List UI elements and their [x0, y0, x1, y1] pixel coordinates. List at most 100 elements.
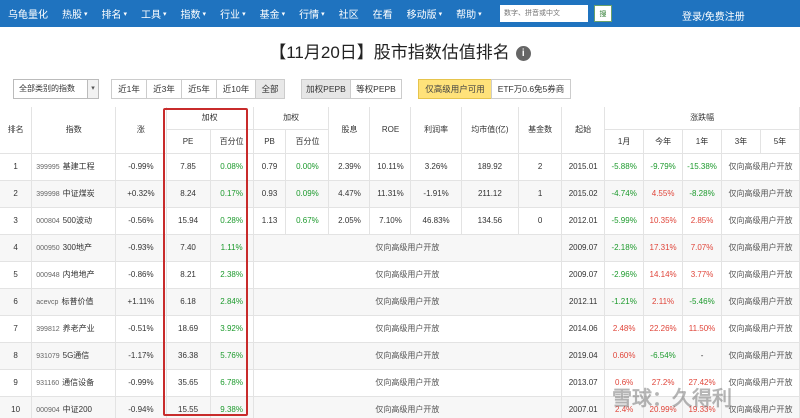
cell-1y: 2.85%: [682, 207, 722, 235]
nav-item[interactable]: 指数 ▾: [181, 6, 207, 21]
cell-index[interactable]: 000950 300地产: [31, 234, 117, 262]
cell-pe: 18.69: [166, 315, 211, 343]
search-button[interactable]: 搜: [594, 5, 612, 22]
cell-index[interactable]: 000804 500波动: [31, 207, 117, 235]
cell-ytd: 22.26%: [643, 315, 684, 343]
col-change[interactable]: 涨: [115, 107, 167, 154]
table-row[interactable]: 3 000804 500波动 -0.56% 15.94 0.28% 1.13 0.67% 2.0…: [0, 207, 800, 235]
nav-item[interactable]: 工具 ▾: [141, 6, 167, 21]
cell-index[interactable]: 399995 基建工程: [31, 153, 117, 181]
cell-pe: 15.55: [166, 396, 211, 418]
cell-ytd: 14.14%: [643, 261, 684, 289]
period-3y-button[interactable]: 近3年: [146, 79, 182, 99]
cell-1m: -1.21%: [604, 288, 645, 316]
cell-index[interactable]: 931160 通信设备: [31, 369, 117, 397]
col-margin[interactable]: 利润率: [410, 107, 462, 154]
cell-rank: 9: [0, 369, 33, 397]
period-5y-button[interactable]: 近5年: [181, 79, 217, 99]
index-name[interactable]: 内地地产: [63, 270, 95, 279]
period-10y-button[interactable]: 近10年: [216, 79, 256, 99]
cell-dividend: 2.39%: [328, 153, 371, 181]
nav-item[interactable]: 在看: [373, 6, 393, 21]
col-pb[interactable]: PB: [253, 129, 287, 154]
col-1y[interactable]: 1年: [682, 129, 722, 154]
table-row[interactable]: 7 399812 养老产业 -0.51% 18.69 3.92% 仅向高级用户开放 2014.…: [0, 315, 800, 343]
cell-index[interactable]: 000904 中证200: [31, 396, 117, 418]
col-5y[interactable]: 5年: [760, 129, 800, 154]
table-row[interactable]: 8 931079 5G通信 -1.17% 36.38 5.76% 仅向高级用户开放 2019.…: [0, 342, 800, 370]
nav-item[interactable]: 排名 ▾: [102, 6, 128, 21]
nav-item[interactable]: 基金 ▾: [260, 6, 286, 21]
nav-item[interactable]: 行情 ▾: [299, 6, 325, 21]
cell-change: -0.94%: [115, 396, 167, 418]
nav-item[interactable]: 热股 ▾: [62, 6, 88, 21]
nav-item[interactable]: 行业 ▾: [220, 6, 246, 21]
cell-start: 2019.04: [561, 342, 606, 370]
index-name[interactable]: 300地产: [63, 243, 92, 252]
index-name[interactable]: 中证200: [63, 405, 92, 414]
col-start[interactable]: 起始: [561, 107, 606, 154]
nav-item[interactable]: 移动版 ▾: [407, 6, 443, 21]
cell-locked-notice: 仅向高级用户开放: [253, 369, 563, 397]
col-dividend[interactable]: 股息: [328, 107, 371, 154]
search-input[interactable]: [500, 5, 588, 22]
index-name[interactable]: 中证煤炭: [63, 189, 95, 198]
login-link[interactable]: 登录/免费注册: [682, 8, 745, 23]
col-pe-percentile[interactable]: 百分位: [210, 129, 254, 154]
chevron-down-icon: ▾: [438, 10, 443, 18]
etf-promo-button[interactable]: ETF万0.6免5券商: [491, 79, 571, 99]
cell-1m: 0.60%: [604, 342, 645, 370]
cell-index[interactable]: 931079 5G通信: [31, 342, 117, 370]
weighted-pepb-button[interactable]: 加权PEPB: [301, 79, 351, 99]
cell-index[interactable]: acevcp 标普价值: [31, 288, 117, 316]
cell-index[interactable]: 399812 养老产业: [31, 315, 117, 343]
index-name[interactable]: 5G通信: [63, 351, 90, 360]
index-code: 399995: [36, 164, 60, 171]
cell-pe-percentile: 2.84%: [210, 288, 254, 316]
page-title: 【11月20日】股市指数估值排名 i: [0, 38, 800, 63]
category-select[interactable]: 全部类别的指数 ▾: [13, 79, 99, 99]
cell-pe: 36.38: [166, 342, 211, 370]
period-1y-button[interactable]: 近1年: [111, 79, 147, 99]
cell-index[interactable]: 000948 内地地产: [31, 261, 117, 289]
col-1m[interactable]: 1月: [604, 129, 645, 154]
col-index[interactable]: 指数: [31, 107, 117, 154]
cell-change: -0.86%: [115, 261, 167, 289]
period-all-button[interactable]: 全部: [255, 79, 285, 99]
col-market-cap[interactable]: 均市值(亿): [461, 107, 520, 154]
table-row[interactable]: 2 399998 中证煤炭 +0.32% 8.24 0.17% 0.93 0.09% 4.47%…: [0, 180, 800, 208]
table-row[interactable]: 4 000950 300地产 -0.93% 7.40 1.11% 仅向高级用户开放 2009.…: [0, 234, 800, 262]
col-roe[interactable]: ROE: [369, 107, 412, 154]
cell-funds: 2: [518, 153, 563, 181]
site-logo[interactable]: 乌龟量化: [0, 6, 62, 21]
index-name[interactable]: 500波动: [63, 216, 92, 225]
cell-ytd: 10.35%: [643, 207, 684, 235]
equal-pepb-button[interactable]: 等权PEPB: [350, 79, 402, 99]
nav-item[interactable]: 社区: [339, 6, 359, 21]
col-rank[interactable]: 排名: [0, 107, 33, 154]
premium-only-badge[interactable]: 仅高级用户可用: [418, 79, 492, 99]
info-icon[interactable]: i: [515, 46, 531, 61]
cell-1y: 11.50%: [682, 315, 722, 343]
cell-roe: 10.11%: [369, 153, 412, 181]
index-name[interactable]: 基建工程: [63, 162, 95, 171]
col-group-returns: 涨跌幅: [604, 107, 800, 130]
cell-start: 2014.06: [561, 315, 606, 343]
table-row[interactable]: 6 acevcp 标普价值 +1.11% 6.18 2.84% 仅向高级用户开放 2012.1…: [0, 288, 800, 316]
table-row[interactable]: 5 000948 内地地产 -0.86% 8.21 2.38% 仅向高级用户开放 2009.0…: [0, 261, 800, 289]
col-funds[interactable]: 基金数: [518, 107, 563, 154]
cell-index[interactable]: 399998 中证煤炭: [31, 180, 117, 208]
cell-locked-notice: 仅向高级用户开放: [253, 315, 563, 343]
col-pb-percentile[interactable]: 百分位: [285, 129, 330, 154]
nav-item[interactable]: 帮助 ▾: [456, 6, 482, 21]
index-name[interactable]: 标普价值: [61, 297, 93, 306]
col-ytd[interactable]: 今年: [643, 129, 684, 154]
col-3y[interactable]: 3年: [721, 129, 761, 154]
col-pe[interactable]: PE: [166, 129, 211, 154]
index-name[interactable]: 养老产业: [63, 324, 95, 333]
nav-item-label: 移动版: [406, 10, 437, 21]
index-name[interactable]: 通信设备: [62, 378, 94, 387]
cell-rank: 4: [0, 234, 33, 262]
table-row[interactable]: 1 399995 基建工程 -0.99% 7.85 0.08% 0.79 0.00% 2.39%…: [0, 153, 800, 181]
cell-locked-notice: 仅向高级用户开放: [721, 342, 800, 370]
